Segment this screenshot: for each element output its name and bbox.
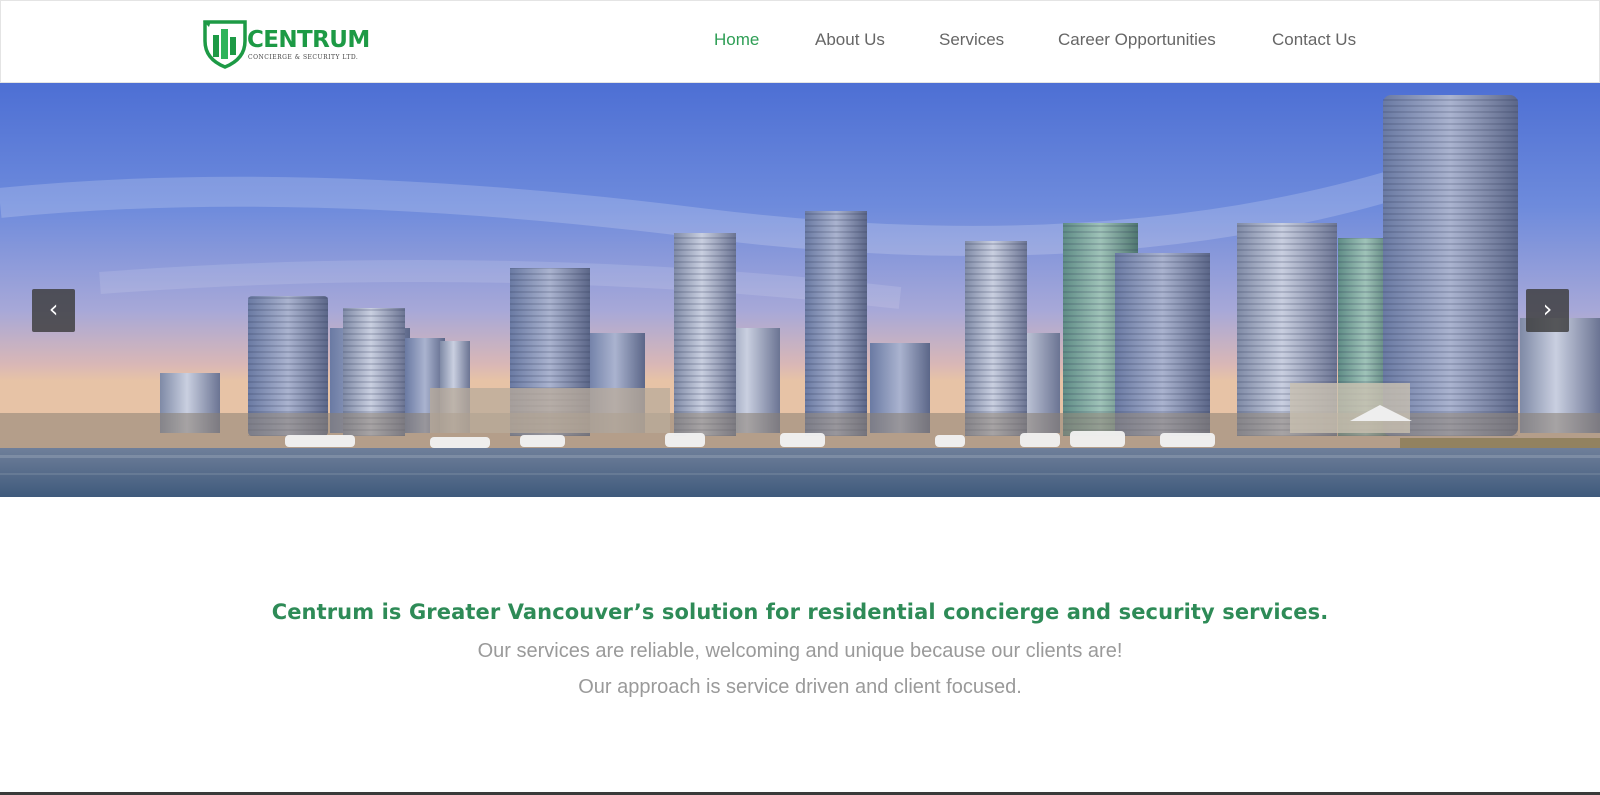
nav-services[interactable]: Services (939, 30, 1004, 50)
intro-section: Centrum is Greater Vancouver’s solution … (0, 497, 1600, 792)
main-nav: Home About Us Services Career Opportunit… (1, 1, 1600, 84)
intro-line-reliable: Our services are reliable, welcoming and… (477, 640, 1123, 662)
slider-prev-button[interactable]: ‹ (32, 289, 75, 332)
intro-headline: Centrum is Greater Vancouver’s solution … (271, 600, 1329, 624)
intro-line-approach: Our approach is service driven and clien… (578, 676, 1022, 698)
chevron-right-icon: › (1542, 295, 1553, 323)
nav-home[interactable]: Home (714, 30, 759, 50)
site-header: CENTRUM CONCIERGE & SECURITY LTD. Home A… (0, 0, 1600, 83)
nav-contact-us[interactable]: Contact Us (1272, 30, 1356, 50)
chevron-left-icon: ‹ (48, 295, 59, 323)
nav-career-opportunities[interactable]: Career Opportunities (1058, 30, 1216, 50)
slider-next-button[interactable]: › (1526, 289, 1569, 332)
hero-slider: ‹ › (0, 83, 1600, 497)
skyline-image (0, 95, 1600, 497)
nav-about-us[interactable]: About Us (815, 30, 885, 50)
